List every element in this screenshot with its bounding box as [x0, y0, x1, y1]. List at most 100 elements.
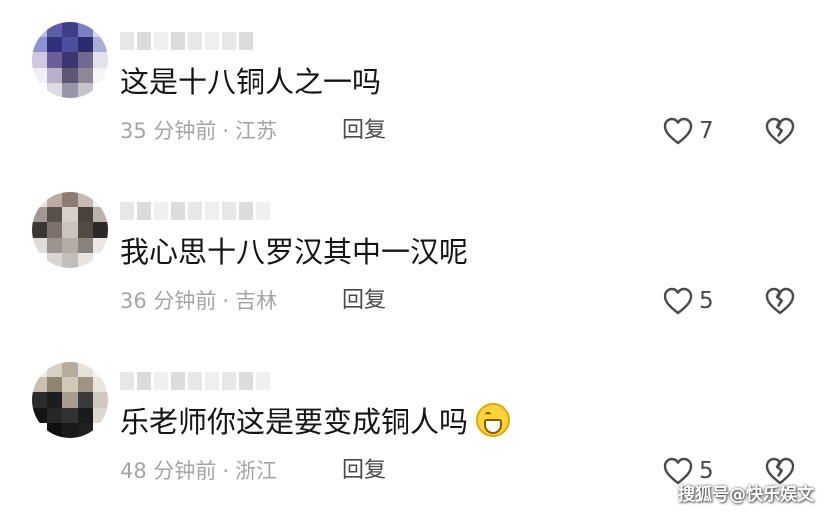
avatar-pixel: [32, 252, 48, 268]
avatar-pixel: [47, 52, 63, 68]
avatar-pixel: [62, 237, 78, 253]
comment-text: 这是十八铜人之一吗: [120, 65, 382, 99]
avatar-pixel: [77, 37, 93, 53]
like-button[interactable]: 5: [663, 286, 714, 316]
avatar-pixel: [47, 222, 63, 238]
avatar-pixel: [62, 407, 78, 423]
avatar-pixel: [47, 67, 63, 83]
avatar-pixel: [47, 82, 63, 98]
broken-heart-icon: [765, 287, 795, 315]
avatar-pixel: [92, 22, 108, 38]
avatar-pixel: [32, 192, 48, 208]
comment-meta: 35 分钟前 · 江苏: [120, 116, 277, 146]
avatar-pixel: [77, 392, 93, 408]
avatar-pixel: [77, 252, 93, 268]
avatar-pixel: [77, 207, 93, 223]
avatar[interactable]: [32, 192, 108, 268]
avatar-pixel: [32, 362, 48, 378]
username-blurred[interactable]: [120, 202, 270, 222]
avatar-pixel: [92, 207, 108, 223]
avatar-pixel: [32, 237, 48, 253]
dislike-button[interactable]: [765, 287, 795, 319]
heart-outline-icon: [663, 287, 693, 315]
avatar-pixel: [77, 192, 93, 208]
comment-time: 35 分钟前: [120, 119, 217, 143]
avatar-pixel: [77, 22, 93, 38]
separator-dot: ·: [222, 459, 230, 483]
avatar-pixel: [32, 222, 48, 238]
reply-button[interactable]: 回复: [342, 116, 386, 146]
reply-button[interactable]: 回复: [342, 456, 386, 486]
avatar-pixel: [47, 392, 63, 408]
comment-meta: 36 分钟前 · 吉林: [120, 286, 277, 316]
reply-button[interactable]: 回复: [342, 286, 386, 316]
avatar-pixel: [92, 222, 108, 238]
username-blurred[interactable]: [120, 372, 270, 392]
comment-text: 乐老师你这是要变成铜人吗: [120, 405, 469, 439]
avatar-pixel: [32, 52, 48, 68]
avatar-pixel: [62, 362, 78, 378]
comment-meta: 48 分钟前 · 浙江: [120, 456, 277, 486]
grinning-face-icon: [476, 403, 511, 437]
avatar-pixel: [92, 407, 108, 423]
avatar-pixel: [62, 377, 78, 393]
avatar-pixel: [47, 237, 63, 253]
avatar-pixel: [62, 82, 78, 98]
comment-text-row: 乐老师你这是要变成铜人吗: [120, 402, 511, 442]
avatar-pixel: [77, 237, 93, 253]
avatar-pixel: [32, 407, 48, 423]
like-button[interactable]: 7: [663, 116, 714, 146]
avatar-pixel: [32, 67, 48, 83]
avatar-pixel: [92, 37, 108, 53]
avatar-pixel: [47, 37, 63, 53]
avatar-pixel: [77, 82, 93, 98]
avatar-pixel: [77, 222, 93, 238]
avatar-pixel: [62, 222, 78, 238]
avatar-pixel: [32, 22, 48, 38]
avatar-pixel: [92, 237, 108, 253]
avatar-pixel: [62, 67, 78, 83]
avatar-pixel: [62, 252, 78, 268]
avatar-pixel: [47, 407, 63, 423]
avatar-pixel: [92, 52, 108, 68]
like-count: 5: [699, 288, 714, 314]
broken-heart-icon: [765, 117, 795, 145]
username-blurred[interactable]: [120, 32, 253, 52]
avatar-pixel: [77, 407, 93, 423]
separator-dot: ·: [222, 119, 230, 143]
avatar-pixel: [62, 192, 78, 208]
avatar-pixel: [47, 362, 63, 378]
comment-location: 江苏: [235, 119, 278, 143]
avatar-pixel: [92, 362, 108, 378]
avatar-pixel: [62, 52, 78, 68]
avatar-pixel: [62, 22, 78, 38]
avatar-pixel: [77, 422, 93, 438]
avatar[interactable]: [32, 22, 108, 98]
comment-time: 36 分钟前: [120, 289, 217, 313]
avatar[interactable]: [32, 362, 108, 438]
comment-time: 48 分钟前: [120, 459, 217, 483]
avatar-pixel: [62, 37, 78, 53]
avatar-pixel: [32, 377, 48, 393]
avatar-pixel: [47, 207, 63, 223]
dislike-button[interactable]: [765, 117, 795, 149]
heart-outline-icon: [663, 117, 693, 145]
avatar-pixel: [77, 67, 93, 83]
avatar-pixel: [47, 22, 63, 38]
avatar-pixel: [62, 422, 78, 438]
comment-location: 吉林: [235, 289, 278, 313]
avatar-pixel: [32, 207, 48, 223]
avatar-pixel: [92, 82, 108, 98]
like-count: 7: [699, 118, 714, 144]
avatar-pixel: [32, 37, 48, 53]
avatar-pixel: [77, 52, 93, 68]
avatar-pixel: [92, 67, 108, 83]
avatar-pixel: [32, 82, 48, 98]
separator-dot: ·: [222, 289, 230, 313]
avatar-pixel: [92, 252, 108, 268]
comment-text: 我心思十八罗汉其中一汉呢: [120, 235, 469, 269]
avatar-pixel: [32, 422, 48, 438]
avatar-pixel: [47, 377, 63, 393]
avatar-pixel: [92, 192, 108, 208]
avatar-pixel: [92, 392, 108, 408]
